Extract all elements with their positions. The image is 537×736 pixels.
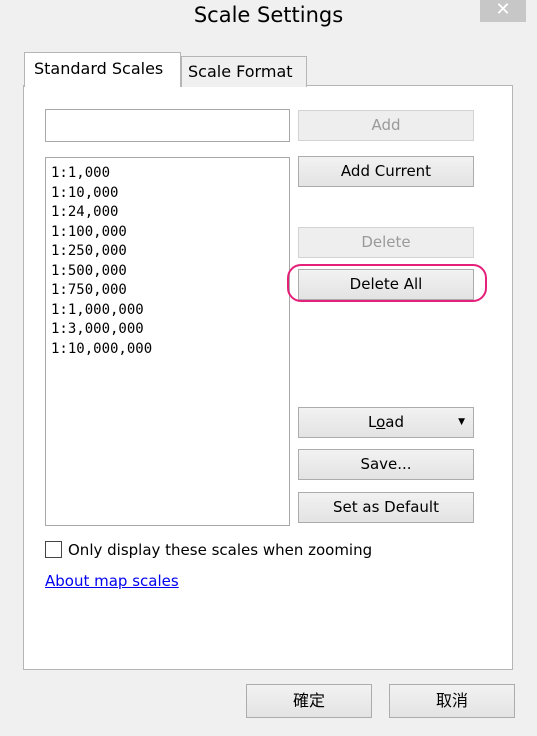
zoom-checkbox[interactable]: [45, 541, 62, 558]
save-button[interactable]: Save...: [298, 449, 474, 480]
close-button[interactable]: ✕: [480, 0, 526, 22]
zoom-checkbox-label[interactable]: Only display these scales when zooming: [68, 541, 372, 559]
tab-standard-scales[interactable]: Standard Scales: [24, 52, 181, 87]
list-item[interactable]: 1:10,000: [51, 184, 289, 204]
add-button[interactable]: Add: [298, 110, 474, 141]
scales-listbox[interactable]: 1:1,000 1:10,000 1:24,000 1:100,000 1:25…: [45, 157, 290, 526]
list-item[interactable]: 1:1,000,000: [51, 301, 289, 321]
list-item[interactable]: 1:1,000: [51, 164, 289, 184]
load-dropdown-button[interactable]: Load ▼: [298, 407, 474, 438]
window-title: Scale Settings: [193, 3, 344, 27]
list-item[interactable]: 1:500,000: [51, 262, 289, 282]
list-item[interactable]: 1:3,000,000: [51, 320, 289, 340]
cancel-button[interactable]: 取消: [389, 684, 515, 718]
list-item[interactable]: 1:750,000: [51, 281, 289, 301]
set-as-default-button[interactable]: Set as Default: [298, 492, 474, 523]
scale-input[interactable]: [45, 109, 290, 142]
delete-button[interactable]: Delete: [298, 227, 474, 258]
load-label: Load: [368, 413, 404, 431]
close-icon: ✕: [495, 0, 511, 20]
title-bar: Scale Settings ✕: [0, 0, 537, 32]
list-item[interactable]: 1:100,000: [51, 223, 289, 243]
chevron-down-icon: ▼: [458, 417, 465, 427]
delete-all-highlight: [287, 264, 487, 302]
about-map-scales-link[interactable]: About map scales: [45, 572, 179, 590]
add-current-button[interactable]: Add Current: [298, 156, 474, 187]
list-item[interactable]: 1:250,000: [51, 242, 289, 262]
tab-scale-format[interactable]: Scale Format: [181, 56, 307, 87]
ok-button[interactable]: 確定: [246, 684, 372, 718]
list-item[interactable]: 1:24,000: [51, 203, 289, 223]
list-item[interactable]: 1:10,000,000: [51, 340, 289, 360]
